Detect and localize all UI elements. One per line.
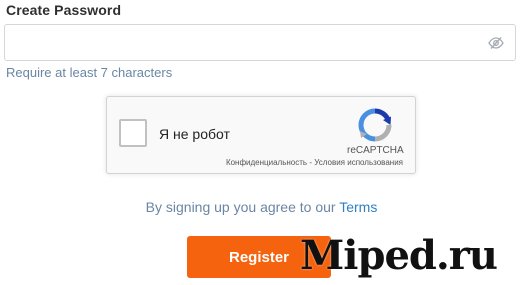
eye-slash-icon[interactable] [488,36,504,50]
terms-agreement-text: By signing up you agree to our [145,199,340,215]
recaptcha-privacy-link[interactable]: Конфиденциальность [226,158,307,167]
terms-agreement: By signing up you agree to our Terms [0,199,523,215]
password-hint: Require at least 7 characters [6,65,173,80]
recaptcha-checkbox[interactable] [119,119,147,147]
password-field [4,24,516,61]
watermark-logo: Miped.ru [300,232,498,279]
recaptcha-terms-link[interactable]: Условия использования [314,158,403,167]
recaptcha-links: Конфиденциальность - Условия использован… [226,158,403,167]
recaptcha-label: Я не робот [159,126,230,142]
terms-link[interactable]: Terms [339,199,377,215]
password-label: Create Password [6,2,122,18]
recaptcha-brand: reCAPTCHA [347,145,404,156]
signup-form-section: Create Password Require at least 7 chara… [0,0,523,285]
recaptcha-widget: Я не робот reCAPTCHA Конфиденциальность … [106,96,416,174]
password-input[interactable] [5,25,475,60]
recaptcha-logo-icon [358,108,392,142]
